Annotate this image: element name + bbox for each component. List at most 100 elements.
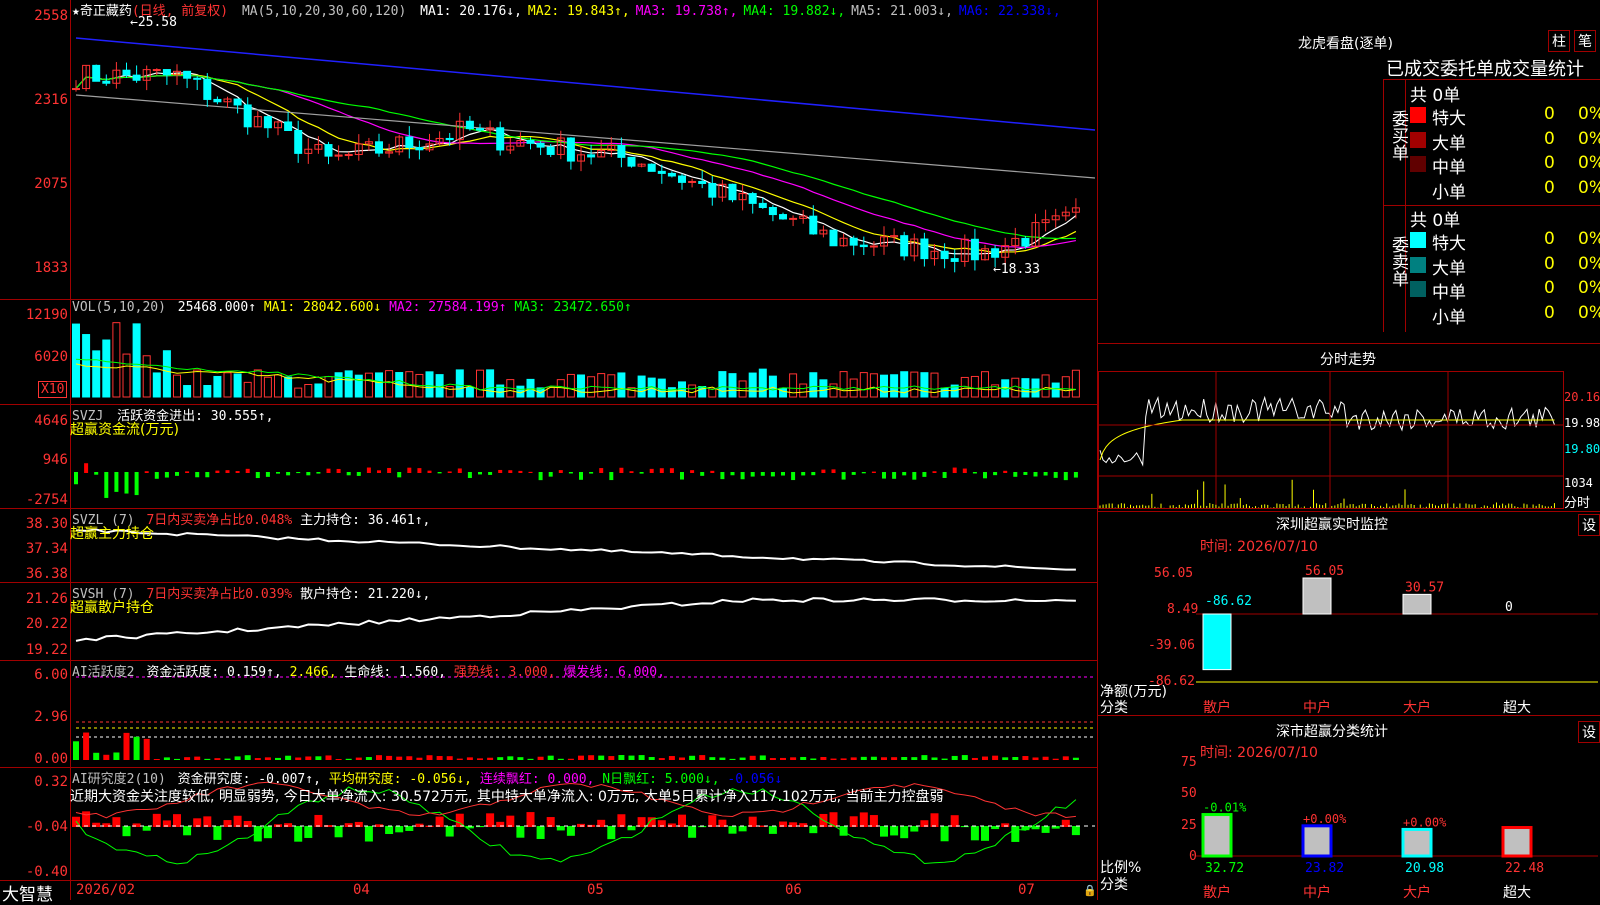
intraday-vol-label: 分时 <box>1564 496 1591 511</box>
ma-legend-5: MA5: 21.003↓, <box>851 4 953 19</box>
research-bar <box>566 826 575 836</box>
activity-bar <box>911 757 918 760</box>
sell-color-swatch <box>1410 281 1426 297</box>
volume-bar <box>970 375 979 398</box>
volume-bar <box>294 387 303 398</box>
volume-bar <box>375 372 383 398</box>
research-bar <box>981 826 989 841</box>
activity-bar <box>275 757 281 760</box>
candle-body <box>627 156 636 167</box>
research-bar <box>183 826 192 836</box>
sell-total: 共 0单 <box>1410 211 1461 231</box>
volume-bar <box>829 383 838 398</box>
candle-body <box>940 250 949 260</box>
flow-bar <box>1033 472 1038 477</box>
candle-body <box>203 78 212 100</box>
flow-bar <box>841 472 846 480</box>
volume-bar <box>607 374 616 398</box>
activity-bar <box>244 755 251 760</box>
intraday-box[interactable] <box>1098 371 1564 509</box>
classify-axis-tick: 50 <box>1181 786 1197 801</box>
research-bar <box>536 826 545 839</box>
flow-bar <box>488 472 493 475</box>
flow-bar <box>993 472 998 476</box>
sell-row-name: 大单 <box>1432 258 1466 279</box>
sell-row-pct: 0% <box>1578 302 1600 323</box>
monitor-settings-button[interactable]: 设 <box>1578 514 1600 536</box>
candle-body <box>324 144 333 157</box>
flow-bar <box>831 469 836 473</box>
activity-bar <box>396 756 403 760</box>
sell-row-count: 0 <box>1544 278 1555 298</box>
volume-bar <box>981 371 989 398</box>
research-bar <box>142 826 151 831</box>
flow-bar <box>144 471 149 473</box>
activity-bar <box>638 755 645 760</box>
candle-body <box>698 180 707 184</box>
candle-body <box>970 238 979 261</box>
sell-row-count: 0 <box>1544 229 1555 249</box>
volume-bar <box>486 369 495 398</box>
research-bar <box>506 815 515 827</box>
research-bar <box>738 826 747 832</box>
candle-body <box>920 238 929 260</box>
flow-bar <box>346 472 351 476</box>
candle-body <box>132 74 141 81</box>
research-bar <box>1011 826 1020 842</box>
research-bar <box>1041 826 1050 833</box>
activity-bar <box>214 758 221 760</box>
lock-icon[interactable]: 🔒 <box>1083 884 1097 897</box>
tick-mode-button[interactable]: 笔 <box>1574 30 1596 52</box>
activity-bar <box>184 757 191 760</box>
flow-bar <box>952 467 957 473</box>
flow-bar <box>760 472 765 476</box>
buy-side-label: 委买单 <box>1388 110 1408 161</box>
flow-bar <box>1043 472 1048 476</box>
flow-bar <box>1003 470 1008 473</box>
volume-bar <box>445 385 454 398</box>
category-label: 大户 <box>1403 700 1431 716</box>
candle-body <box>405 136 414 148</box>
research-bar <box>294 826 303 842</box>
candle-body <box>243 104 252 128</box>
flow-bar <box>680 472 684 480</box>
svzl-axis-tick: 36.38 <box>25 566 68 582</box>
candle-body <box>1021 237 1030 247</box>
buy-color-swatch <box>1410 180 1426 197</box>
flow-bar <box>306 472 311 476</box>
volume-bar <box>183 385 192 398</box>
ai1-axis-tick: 0.00 <box>34 751 68 767</box>
retail-holding-line <box>75 597 1076 642</box>
flow-bar <box>296 472 301 474</box>
classify-bar <box>1401 827 1433 858</box>
bar-mode-button[interactable]: 柱 <box>1548 30 1570 52</box>
candle-body <box>789 217 798 220</box>
classify-settings-button[interactable]: 设 <box>1578 721 1600 743</box>
research-bar <box>809 826 818 834</box>
category-label: 散户 <box>1203 700 1231 716</box>
buy-row-count: 0 <box>1544 153 1555 173</box>
volume-bar <box>274 374 282 398</box>
research-bar <box>940 826 949 842</box>
vol-header: VOL(5,10,20) 25468.000↑ MA1: 28042.600↓ … <box>72 300 632 315</box>
classify-value-label: 22.48 <box>1505 861 1544 876</box>
candle-body <box>647 163 656 172</box>
flow-bar <box>1013 472 1018 477</box>
candle-body <box>152 69 161 72</box>
flow-bar <box>124 472 129 494</box>
activity-bar <box>800 756 807 760</box>
candle-body <box>829 229 838 247</box>
research-bar <box>314 814 323 827</box>
vol-unit-badge[interactable]: X10 <box>38 381 68 398</box>
classify-bar <box>1201 813 1233 858</box>
research-bar <box>213 826 222 840</box>
flow-bar <box>518 470 523 473</box>
flow-bar <box>417 468 422 473</box>
candle-body <box>779 214 787 220</box>
stock-name[interactable]: ★奇正藏药 <box>72 4 132 19</box>
candle-body <box>950 258 959 262</box>
flow-bar <box>164 472 169 478</box>
activity-bar <box>881 757 887 760</box>
activity-bar <box>1062 756 1069 760</box>
research-bar <box>617 814 626 827</box>
